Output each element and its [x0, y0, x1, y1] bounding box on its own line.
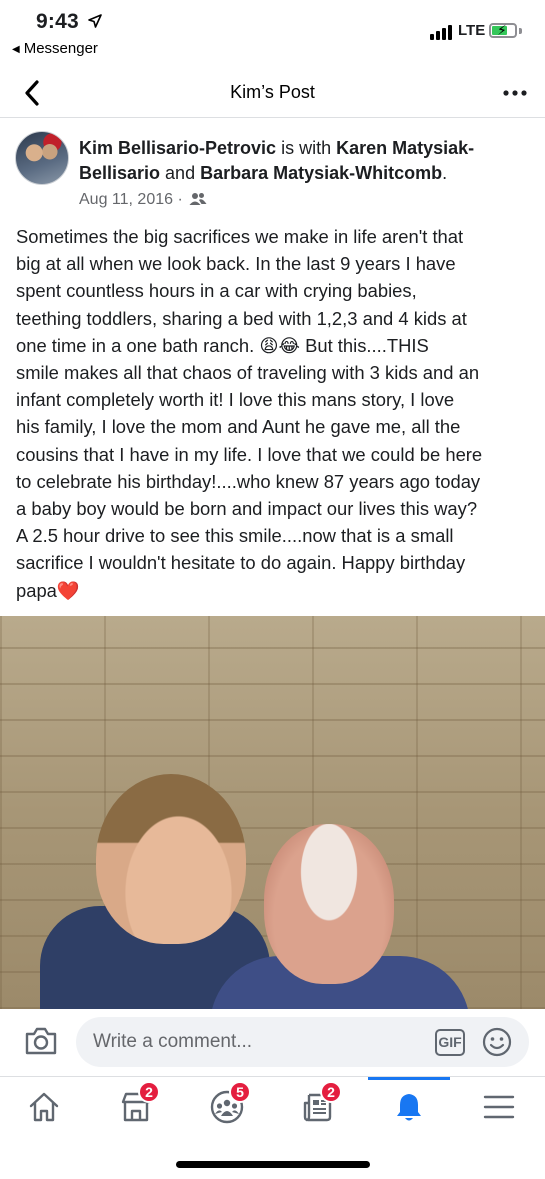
with-text: is with [276, 138, 337, 158]
gif-icon[interactable]: GIF [435, 1029, 465, 1056]
period-text: . [442, 163, 448, 183]
photo-man-head [264, 824, 394, 984]
post-line: to celebrate his birthday!....who knew 8… [16, 470, 481, 492]
post-meta: Aug 11, 2016 · [79, 191, 207, 209]
hamburger-menu-icon [483, 1095, 515, 1119]
post-line: smile makes all that chaos of traveling … [16, 362, 480, 384]
post-line: infant completely worth it! I love this … [16, 389, 455, 411]
tab-home[interactable] [26, 1089, 62, 1125]
tab-news[interactable]: 2 [300, 1081, 342, 1125]
post-line: sacrifice I wouldn't hesitate to do agai… [16, 552, 466, 574]
post-line: his family, I love the mom and Aunt he g… [16, 416, 461, 438]
active-tab-indicator [368, 1077, 450, 1080]
comment-bar: Write a comment... GIF [0, 1009, 545, 1077]
camera-icon[interactable] [24, 1026, 58, 1056]
bell-icon [397, 1094, 421, 1121]
home-icon [29, 1092, 59, 1122]
tab-menu[interactable] [481, 1089, 517, 1125]
post-date[interactable]: Aug 11, 2016 · [79, 191, 183, 208]
and-text: and [160, 163, 201, 183]
post-author-line: Kim Bellisario-Petrovic is with Karen Ma… [79, 136, 529, 186]
photo-boy-head [96, 774, 246, 944]
emoji-icon[interactable] [482, 1027, 512, 1057]
back-triangle-icon: ◀ [12, 44, 20, 55]
back-app-label: Messenger [23, 40, 98, 57]
nav-header: Kim’s Post [0, 68, 545, 118]
battery-icon: ⚡ [489, 22, 517, 38]
news-badge: 2 [320, 1081, 342, 1103]
network-type: LTE [458, 22, 486, 39]
comment-placeholder: Write a comment... [93, 1031, 253, 1052]
home-indicator[interactable] [176, 1161, 370, 1168]
post-line: cousins that I have in my life. I love t… [16, 443, 483, 465]
status-time: 9:43 [36, 10, 79, 33]
post-line: papa❤️ [16, 579, 80, 601]
post-line: A 2.5 hour drive to see this smile....no… [16, 525, 454, 547]
more-options-icon[interactable] [503, 90, 527, 96]
tab-groups[interactable]: 5 [209, 1081, 251, 1125]
tab-notifications[interactable] [391, 1089, 427, 1125]
post-line: a baby boy would be born and impact our … [16, 498, 478, 520]
signal-strength-icon [430, 24, 454, 40]
friends-icon [189, 193, 207, 205]
author-avatar[interactable] [15, 131, 69, 185]
post-line: big at all when we look back. In the las… [16, 253, 456, 275]
post-line: teething toddlers, sharing a bed with 1,… [16, 307, 467, 329]
post-line: one time in a one bath ranch. 😩😂 But thi… [16, 334, 429, 356]
marketplace-badge: 2 [138, 1081, 160, 1103]
battery-tip [519, 28, 522, 34]
back-to-app-link[interactable]: ◀ Messenger [12, 40, 98, 57]
post-body: Sometimes the big sacrifices we make in … [16, 223, 536, 604]
author-name[interactable]: Kim Bellisario-Petrovic [79, 138, 276, 158]
tagged-person-2[interactable]: Barbara Matysiak-Whitcomb [200, 163, 442, 183]
bottom-tab-bar: 2 5 2 [0, 1077, 545, 1137]
tab-marketplace[interactable]: 2 [118, 1081, 160, 1125]
post-line: spent countless hours in a car with cryi… [16, 280, 417, 302]
groups-badge: 5 [229, 1081, 251, 1103]
page-title: Kim’s Post [230, 82, 315, 102]
post-line: Sometimes the big sacrifices we make in … [16, 226, 464, 247]
location-arrow-icon [88, 14, 102, 28]
comment-input[interactable]: Write a comment... GIF [76, 1017, 529, 1067]
post-photo[interactable] [0, 616, 545, 1009]
status-bar: 9:43 ◀ Messenger LTE ⚡ [0, 0, 545, 62]
